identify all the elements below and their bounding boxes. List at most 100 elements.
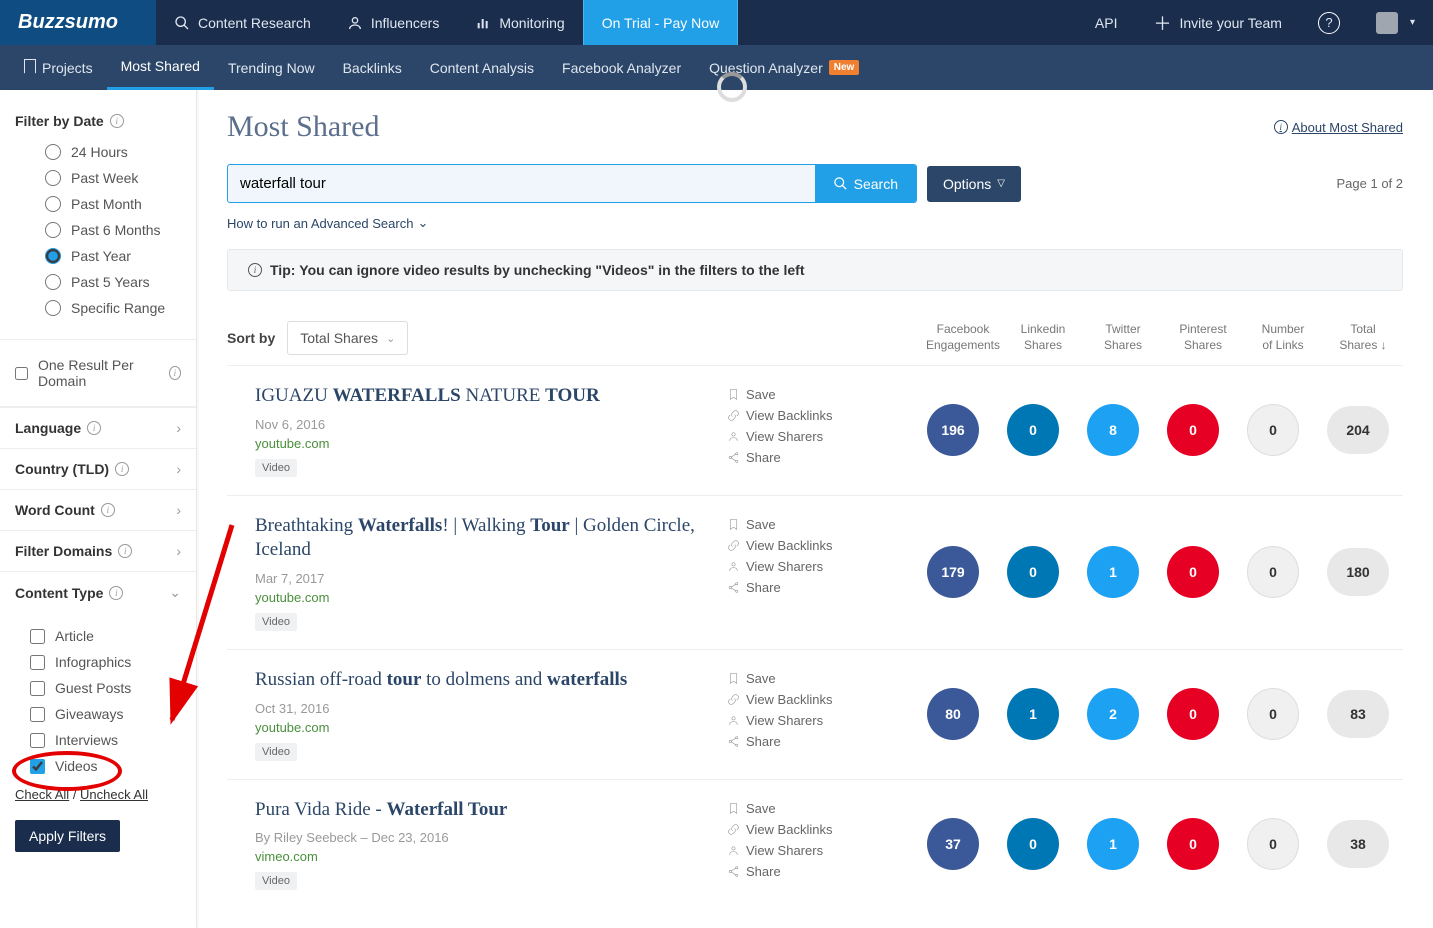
action-backlinks[interactable]: View Backlinks bbox=[727, 689, 867, 710]
chevron-down-icon: ⌄ bbox=[169, 584, 181, 601]
action-sharers[interactable]: View Sharers bbox=[727, 426, 867, 447]
about-link[interactable]: iAbout Most Shared bbox=[1268, 120, 1403, 135]
subnav-backlinks[interactable]: Backlinks bbox=[329, 45, 416, 90]
subnav-most-shared[interactable]: Most Shared bbox=[107, 45, 214, 90]
radio-label: Specific Range bbox=[71, 300, 165, 316]
column-header[interactable]: TotalShares ↓ bbox=[1323, 322, 1403, 353]
result-domain[interactable]: youtube.com bbox=[255, 590, 727, 605]
stat-twitter: 2 bbox=[1087, 688, 1139, 740]
filter-language[interactable]: Languagei› bbox=[0, 407, 196, 448]
nav-influencers[interactable]: Influencers bbox=[329, 0, 457, 45]
info-icon: i bbox=[1274, 120, 1288, 134]
filter-content-type[interactable]: Content Typei⌄ bbox=[0, 571, 196, 613]
type-check-guest-posts[interactable]: Guest Posts bbox=[0, 675, 196, 701]
action-backlinks[interactable]: View Backlinks bbox=[727, 819, 867, 840]
uncheck-all-link[interactable]: Uncheck All bbox=[80, 787, 148, 802]
date-radio-24-hours[interactable]: 24 Hours bbox=[15, 139, 181, 165]
info-icon[interactable]: i bbox=[169, 366, 181, 380]
type-check-article[interactable]: Article bbox=[0, 623, 196, 649]
action-save[interactable]: Save bbox=[727, 668, 867, 689]
type-check-giveaways[interactable]: Giveaways bbox=[0, 701, 196, 727]
type-check-infographics[interactable]: Infographics bbox=[0, 649, 196, 675]
nav-label: Content Research bbox=[198, 15, 311, 31]
action-sharers[interactable]: View Sharers bbox=[727, 710, 867, 731]
column-header[interactable]: TwitterShares bbox=[1083, 322, 1163, 353]
action-sharers[interactable]: View Sharers bbox=[727, 556, 867, 577]
stat-links: 0 bbox=[1247, 688, 1299, 740]
action-share[interactable]: Share bbox=[727, 861, 867, 882]
action-save[interactable]: Save bbox=[727, 384, 867, 405]
check-all-link[interactable]: Check All bbox=[15, 787, 69, 802]
radio-label: 24 Hours bbox=[71, 144, 128, 160]
nav-api[interactable]: API bbox=[1077, 0, 1136, 45]
subnav-fb-analyzer[interactable]: Facebook Analyzer bbox=[548, 45, 695, 90]
date-radio-specific-range[interactable]: Specific Range bbox=[15, 295, 181, 321]
action-sharers[interactable]: View Sharers bbox=[727, 840, 867, 861]
column-header[interactable]: FacebookEngagements bbox=[923, 322, 1003, 353]
stat-linkedin: 0 bbox=[1007, 546, 1059, 598]
column-header[interactable]: Numberof Links bbox=[1243, 322, 1323, 353]
type-check-videos[interactable]: Videos bbox=[0, 753, 196, 779]
filter-word-count[interactable]: Word Counti› bbox=[0, 489, 196, 530]
one-result-checkbox[interactable]: One Result Per Domaini bbox=[15, 352, 181, 394]
video-tag: Video bbox=[255, 743, 297, 761]
plus-icon: ＋ bbox=[1154, 10, 1172, 36]
type-check-interviews[interactable]: Interviews bbox=[0, 727, 196, 753]
date-radio-past-6-months[interactable]: Past 6 Months bbox=[15, 217, 181, 243]
date-radio-past-5-years[interactable]: Past 5 Years bbox=[15, 269, 181, 295]
stat-total: 83 bbox=[1327, 690, 1389, 738]
result-title[interactable]: Russian off-road tour to dolmens and wat… bbox=[255, 668, 727, 693]
result-domain[interactable]: vimeo.com bbox=[255, 849, 727, 864]
action-share[interactable]: Share bbox=[727, 447, 867, 468]
info-icon[interactable]: i bbox=[110, 114, 124, 128]
result-title[interactable]: IGUAZU WATERFALLS NATURE TOUR bbox=[255, 384, 727, 409]
filter-domains[interactable]: Filter Domainsi› bbox=[0, 530, 196, 571]
nav-label: Monitoring bbox=[499, 15, 564, 31]
result-row: Russian off-road tour to dolmens and wat… bbox=[227, 649, 1403, 779]
action-save[interactable]: Save bbox=[727, 798, 867, 819]
stat-total: 204 bbox=[1327, 406, 1389, 454]
nav-monitoring[interactable]: Monitoring bbox=[457, 0, 582, 45]
date-radio-past-month[interactable]: Past Month bbox=[15, 191, 181, 217]
action-backlinks[interactable]: View Backlinks bbox=[727, 405, 867, 426]
result-title[interactable]: Pura Vida Ride - Waterfall Tour bbox=[255, 798, 727, 823]
info-icon: i bbox=[87, 421, 101, 435]
checkbox-label: Infographics bbox=[55, 654, 131, 670]
stat-pinterest: 0 bbox=[1167, 688, 1219, 740]
result-row: IGUAZU WATERFALLS NATURE TOUR Nov 6, 201… bbox=[227, 365, 1403, 495]
nav-trial-paynow[interactable]: On Trial - Pay Now bbox=[583, 0, 738, 45]
subnav-projects[interactable]: Projects bbox=[10, 45, 107, 90]
column-header[interactable]: PinterestShares bbox=[1163, 322, 1243, 353]
nav-user-menu[interactable]: ▾ bbox=[1358, 0, 1433, 45]
subnav-trending[interactable]: Trending Now bbox=[214, 45, 329, 90]
chevron-down-icon: ⌄ bbox=[386, 332, 395, 345]
video-tag: Video bbox=[255, 613, 297, 631]
sort-select[interactable]: Total Shares⌄ bbox=[287, 321, 408, 355]
nav-content-research[interactable]: Content Research bbox=[156, 0, 329, 45]
filter-country[interactable]: Country (TLD)i› bbox=[0, 448, 196, 489]
date-radio-past-year[interactable]: Past Year bbox=[15, 243, 181, 269]
search-button[interactable]: Search bbox=[815, 165, 916, 202]
options-button[interactable]: Options▽ bbox=[927, 166, 1021, 202]
checkbox-label: Videos bbox=[55, 758, 98, 774]
nav-invite-team[interactable]: ＋ Invite your Team bbox=[1136, 0, 1300, 45]
date-radio-past-week[interactable]: Past Week bbox=[15, 165, 181, 191]
radio-label: Past Month bbox=[71, 196, 142, 212]
search-input[interactable] bbox=[228, 165, 815, 202]
action-save[interactable]: Save bbox=[727, 514, 867, 535]
result-title[interactable]: Breathtaking Waterfalls! | Walking Tour … bbox=[255, 514, 727, 563]
result-domain[interactable]: youtube.com bbox=[255, 720, 727, 735]
column-header[interactable]: LinkedinShares bbox=[1003, 322, 1083, 353]
action-share[interactable]: Share bbox=[727, 577, 867, 598]
advanced-search-link[interactable]: How to run an Advanced Search ⌄ bbox=[227, 215, 1403, 231]
nav-help[interactable]: ? bbox=[1300, 0, 1358, 45]
logo[interactable]: Buzzsumo bbox=[0, 0, 156, 45]
action-share[interactable]: Share bbox=[727, 731, 867, 752]
button-label: Search bbox=[854, 176, 898, 192]
stat-links: 0 bbox=[1247, 818, 1299, 870]
apply-filters-button[interactable]: Apply Filters bbox=[15, 820, 120, 852]
result-domain[interactable]: youtube.com bbox=[255, 436, 727, 451]
action-backlinks[interactable]: View Backlinks bbox=[727, 535, 867, 556]
subnav-content-analysis[interactable]: Content Analysis bbox=[416, 45, 548, 90]
info-icon: i bbox=[118, 544, 132, 558]
